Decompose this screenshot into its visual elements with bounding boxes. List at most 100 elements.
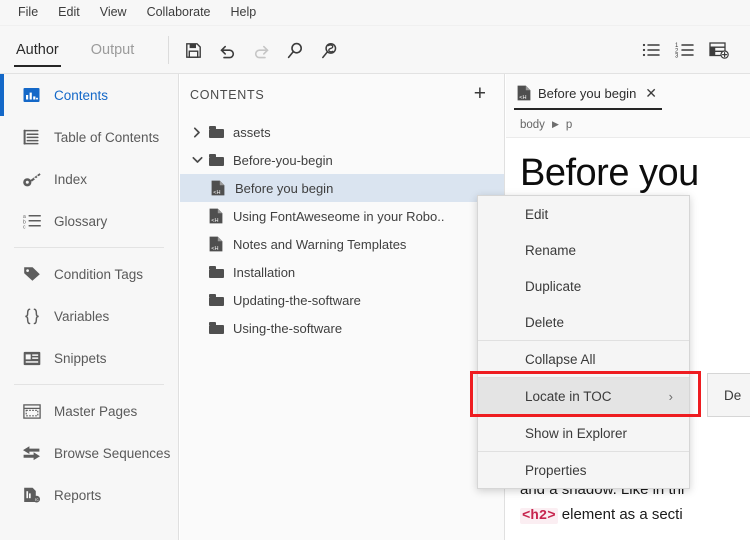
sidebar-divider	[14, 384, 164, 385]
sidebar-item-label: Snippets	[54, 351, 107, 366]
sidebar-item-label: Contents	[54, 88, 108, 103]
context-menu-item-edit[interactable]: Edit	[478, 196, 689, 232]
tree-row-assets[interactable]: assets	[180, 118, 504, 146]
svg-text:<H: <H	[211, 246, 218, 252]
menu-item-file[interactable]: File	[8, 3, 48, 22]
document-text: element as a secti	[562, 506, 683, 523]
context-menu-item-label: Locate in TOC	[525, 389, 612, 404]
insert-table-icon[interactable]	[702, 33, 736, 67]
toolbar-right-group: 1 2 3	[634, 26, 736, 74]
menu-item-view[interactable]: View	[90, 3, 137, 22]
editor-tab-label: Before you begin	[538, 86, 636, 101]
tree-row-label: Installation	[233, 265, 295, 280]
html-topic-icon: <H	[206, 236, 226, 252]
submenu-item-label: De	[724, 388, 741, 403]
context-menu-item-collapse-all[interactable]: Collapse All	[478, 341, 689, 377]
tab-output[interactable]: Output	[89, 26, 137, 74]
sidebar-item-condition-tags[interactable]: Condition Tags	[0, 253, 178, 295]
sidebar-item-index[interactable]: Index	[0, 158, 178, 200]
html-topic-icon: <H	[206, 208, 226, 224]
tree-row-label: Before-you-begin	[233, 153, 333, 168]
breadcrumb-item-p[interactable]: p	[566, 119, 572, 131]
tree-row-before-you-begin-folder[interactable]: Before-you-begin	[180, 146, 504, 174]
sidebar-item-label: Glossary	[54, 214, 107, 229]
document-paragraph-3-line-4: <h2> element as a secti	[520, 502, 750, 529]
redo-icon[interactable]	[244, 33, 278, 67]
context-menu-item-label: Edit	[525, 207, 548, 222]
menu-bar: File Edit View Collaborate Help	[0, 0, 750, 26]
code-tag-h2: <h2>	[520, 508, 558, 524]
save-icon[interactable]	[176, 33, 210, 67]
contents-tree: assets Before-you-begin <H Before you be…	[180, 116, 504, 342]
tree-row-installation[interactable]: Installation	[180, 258, 504, 286]
tree-row-notes-warning-topic[interactable]: <H Notes and Warning Templates	[180, 230, 504, 258]
menu-item-edit[interactable]: Edit	[48, 3, 90, 22]
bulleted-list-icon[interactable]	[634, 33, 668, 67]
tree-row-label: Using-the-software	[233, 321, 342, 336]
sidebar-item-contents[interactable]: Contents	[0, 74, 178, 116]
contents-panel-header: CONTENTS +	[180, 74, 504, 116]
editor-tab-before-you-begin[interactable]: <H Before you begin ✕	[506, 74, 666, 112]
tab-author[interactable]: Author	[14, 26, 61, 74]
editor-tab-strip: <H Before you begin ✕	[506, 74, 750, 112]
context-menu-item-properties[interactable]: Properties	[478, 452, 689, 488]
sidebar-item-table-of-contents[interactable]: Table of Contents	[0, 116, 178, 158]
sidebar-item-variables[interactable]: Variables	[0, 295, 178, 337]
toolbar-left-group	[176, 26, 346, 74]
browse-sequences-icon	[22, 444, 41, 463]
chevron-down-icon[interactable]	[188, 156, 206, 164]
sidebar-nav: Contents Table of Contents Index abc Glo…	[0, 74, 179, 540]
toolbar-divider	[168, 36, 169, 64]
tree-row-label: assets	[233, 125, 271, 140]
find-replace-icon[interactable]	[312, 33, 346, 67]
chevron-right-icon[interactable]	[188, 127, 206, 138]
context-menu-item-label: Collapse All	[525, 352, 596, 367]
sidebar-item-glossary[interactable]: abc Glossary	[0, 200, 178, 242]
svg-text:<H: <H	[213, 190, 220, 196]
folder-icon	[206, 154, 226, 166]
tree-row-fontawesome-topic[interactable]: <H Using FontAweseome in your Robo..	[180, 202, 504, 230]
undo-icon[interactable]	[210, 33, 244, 67]
breadcrumb: body ▶ p	[506, 112, 750, 138]
context-menu-item-label: Delete	[525, 315, 564, 330]
numbered-list-icon[interactable]: 1 2 3	[668, 33, 702, 67]
chevron-right-icon: ›	[669, 389, 673, 404]
context-menu-item-label: Properties	[525, 463, 587, 478]
folder-icon	[206, 294, 226, 306]
search-icon[interactable]	[278, 33, 312, 67]
robohelp-window: File Edit View Collaborate Help Author O…	[0, 0, 750, 540]
context-menu-item-locate-in-toc[interactable]: Locate in TOC ›	[478, 378, 689, 414]
locate-in-toc-submenu[interactable]: De	[707, 373, 750, 417]
folder-icon	[206, 266, 226, 278]
reports-icon: rc	[22, 486, 41, 505]
context-menu-item-duplicate[interactable]: Duplicate	[478, 268, 689, 304]
html-topic-icon: <H	[208, 180, 228, 196]
toolbar: Author Output	[0, 26, 750, 74]
tab-author-label: Author	[16, 42, 59, 58]
tree-row-using-the-software[interactable]: Using-the-software	[180, 314, 504, 342]
context-menu-item-rename[interactable]: Rename	[478, 232, 689, 268]
context-menu-item-delete[interactable]: Delete	[478, 304, 689, 340]
folder-icon	[206, 322, 226, 334]
key-icon	[22, 170, 41, 189]
close-icon[interactable]: ✕	[645, 86, 657, 100]
sidebar-item-browse-sequences[interactable]: Browse Sequences	[0, 432, 178, 474]
tree-row-updating-the-software[interactable]: Updating-the-software	[180, 286, 504, 314]
sidebar-item-reports[interactable]: rc Reports	[0, 474, 178, 516]
add-topic-button[interactable]: +	[472, 83, 488, 107]
sidebar-item-label: Condition Tags	[54, 267, 143, 282]
sidebar-item-master-pages[interactable]: Master Pages	[0, 390, 178, 432]
menu-item-help[interactable]: Help	[221, 3, 267, 22]
menu-item-collaborate[interactable]: Collaborate	[137, 3, 221, 22]
sidebar-item-snippets[interactable]: Snippets	[0, 337, 178, 379]
braces-icon	[22, 307, 41, 326]
breadcrumb-item-body[interactable]: body	[520, 119, 545, 131]
html-topic-icon: <H	[517, 85, 531, 101]
tree-row-before-you-begin-topic[interactable]: <H Before you begin	[180, 174, 504, 202]
sidebar-item-label: Browse Sequences	[54, 446, 170, 461]
tree-row-label: Updating-the-software	[233, 293, 361, 308]
context-menu-item-show-in-explorer[interactable]: Show in Explorer	[478, 415, 689, 451]
glossary-icon: abc	[22, 212, 41, 231]
sidebar-item-label: Variables	[54, 309, 109, 324]
tag-icon	[22, 265, 41, 284]
